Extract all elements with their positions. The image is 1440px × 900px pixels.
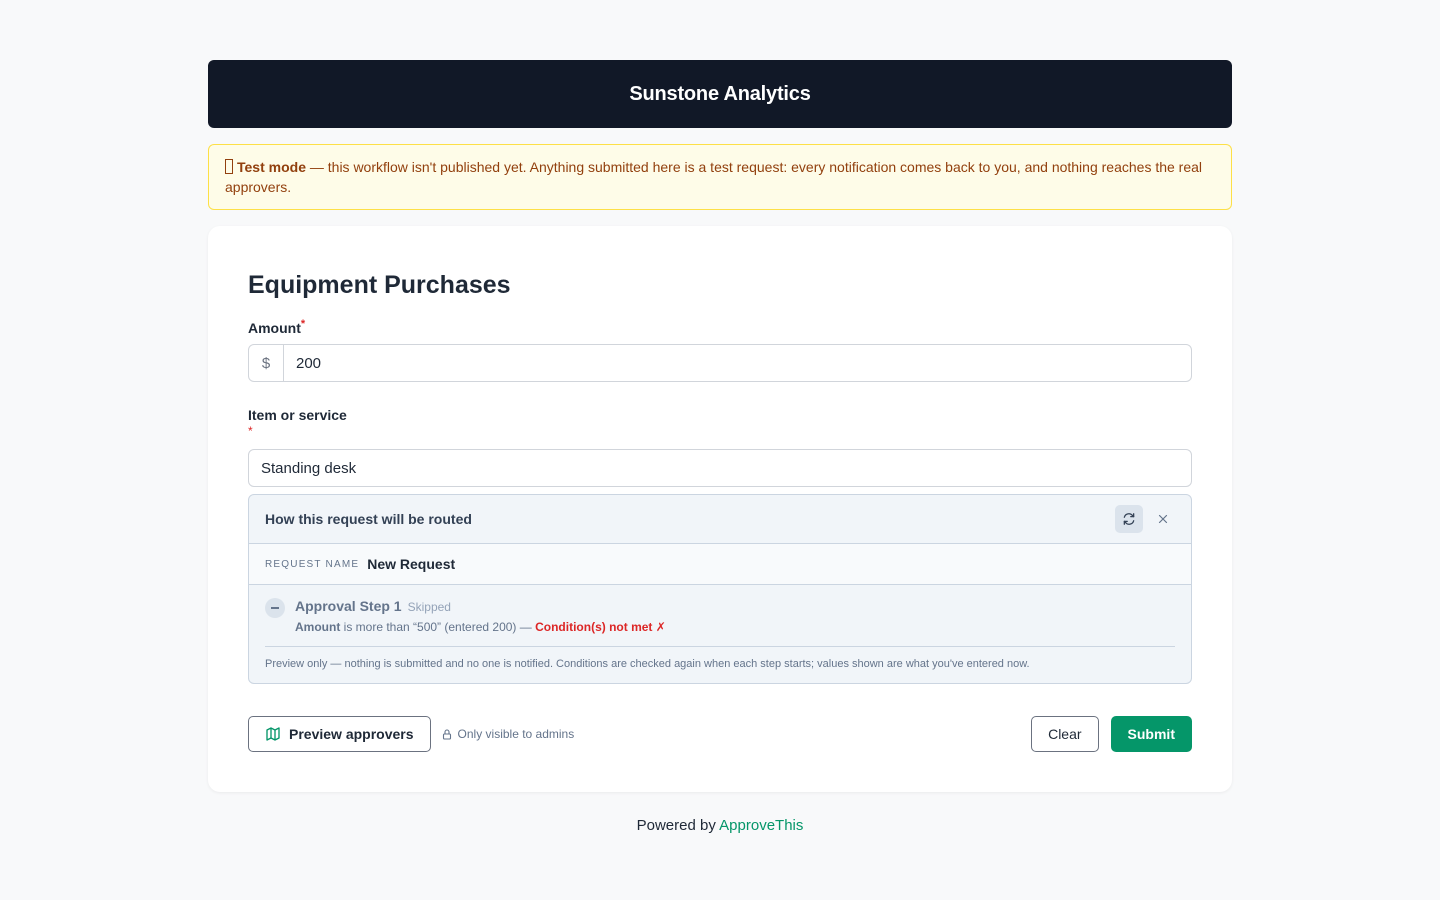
routing-title: How this request will be routed <box>265 511 472 527</box>
admin-note-text: Only visible to admins <box>457 727 575 741</box>
banner-text: — this workflow isn't published yet. Any… <box>225 159 1203 195</box>
request-name-row: REQUEST NAME New Request <box>249 544 1191 585</box>
refresh-button[interactable] <box>1115 505 1143 533</box>
routing-header: How this request will be routed <box>249 495 1191 544</box>
minus-circle-icon <box>265 598 285 618</box>
routing-preview-panel: How this request will be routed REQUEST … <box>248 494 1192 684</box>
preview-approvers-button[interactable]: Preview approvers <box>248 716 431 752</box>
request-name-label: REQUEST NAME <box>265 558 360 570</box>
admin-note: Only visible to admins <box>441 727 575 741</box>
amount-input[interactable]: 200 <box>284 345 1191 381</box>
footer-brand-link[interactable]: ApproveThis <box>719 817 803 834</box>
page-container: Sunstone Analytics Test mode — this work… <box>208 60 1232 792</box>
warning-icon <box>225 159 233 174</box>
footer: Powered by ApproveThis <box>0 817 1440 834</box>
step-condition: Amount is more than “500” (entered 200) … <box>295 620 666 634</box>
condition-result: Condition(s) not met ✗ <box>535 620 666 634</box>
preview-approvers-label: Preview approvers <box>289 726 414 742</box>
refresh-icon <box>1123 513 1135 525</box>
app-title: Sunstone Analytics <box>629 82 811 105</box>
amount-label: Amount* <box>248 318 1192 336</box>
item-label: Item or service <box>248 407 347 423</box>
form-actions: Preview approvers Only visible to admins… <box>248 716 1192 752</box>
condition-text: is more than “500” (entered 200) — <box>340 620 536 634</box>
approval-step: Approval Step 1 Skipped Amount is more th… <box>249 585 1191 634</box>
request-name-value: New Request <box>367 556 456 572</box>
required-mark: * <box>300 318 306 330</box>
condition-field: Amount <box>295 620 341 634</box>
form-card: Equipment Purchases Amount* $ 200 Item o… <box>208 226 1232 792</box>
banner-strong: Test mode <box>237 159 306 175</box>
currency-prefix: $ <box>249 345 284 381</box>
preview-note: Preview only — nothing is submitted and … <box>265 658 1030 670</box>
map-icon <box>266 727 280 741</box>
close-icon <box>1158 514 1168 524</box>
clear-button[interactable]: Clear <box>1031 716 1099 752</box>
close-button[interactable] <box>1151 507 1175 531</box>
app-header: Sunstone Analytics <box>208 60 1232 128</box>
amount-input-group: $ 200 <box>248 344 1192 382</box>
lock-icon <box>442 728 451 740</box>
required-mark: * <box>248 424 253 438</box>
item-input[interactable]: Standing desk <box>248 449 1192 487</box>
step-status: Skipped <box>407 600 451 614</box>
amount-label-text: Amount <box>248 320 301 336</box>
submit-button[interactable]: Submit <box>1110 716 1192 752</box>
footer-prefix: Powered by <box>636 817 720 834</box>
test-mode-banner: Test mode — this workflow isn't publishe… <box>208 144 1232 210</box>
step-name: Approval Step 1 <box>295 598 402 614</box>
form-title: Equipment Purchases <box>248 271 511 299</box>
